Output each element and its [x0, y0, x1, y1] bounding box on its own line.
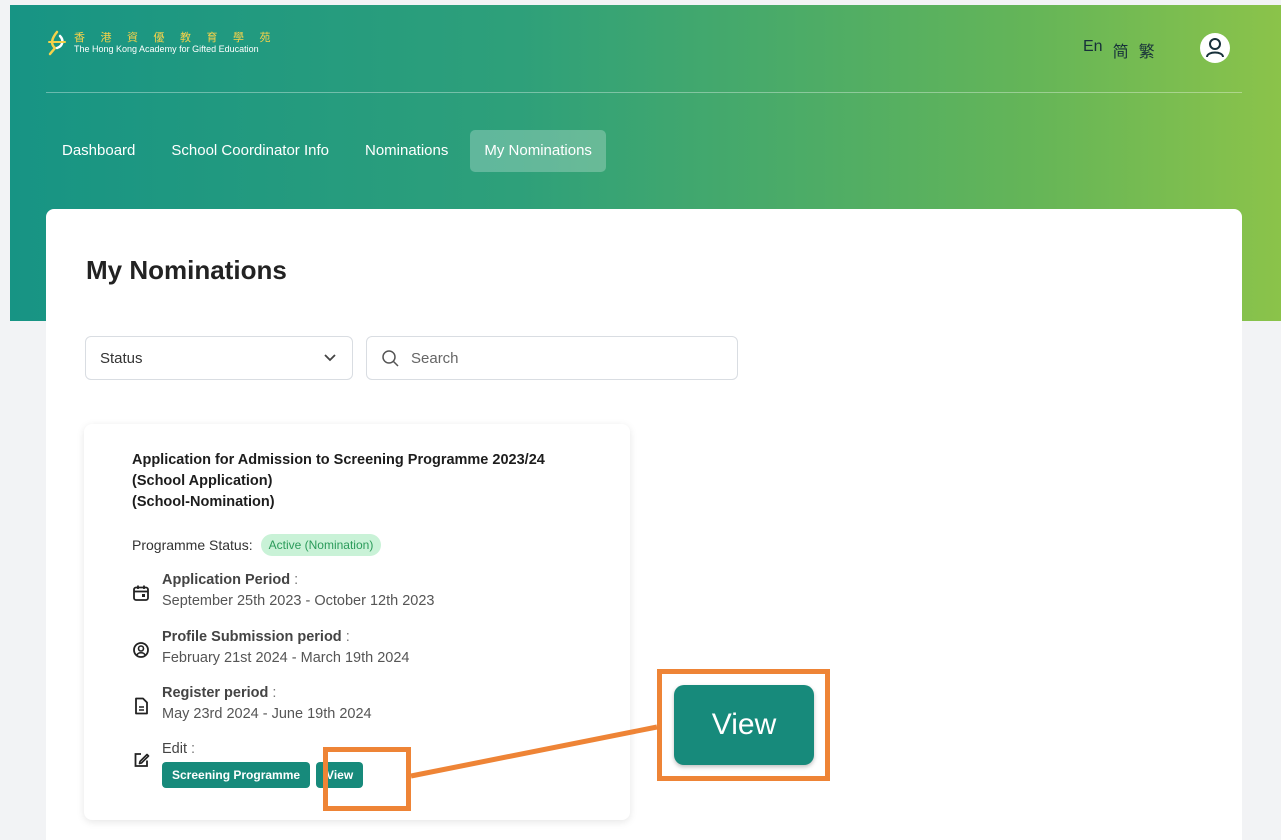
- status-filter-select[interactable]: Status: [85, 336, 353, 380]
- user-icon: [1206, 38, 1224, 58]
- period-label: Register period: [162, 685, 269, 701]
- language-option-traditional[interactable]: 繁: [1139, 38, 1155, 62]
- search-input[interactable]: [409, 348, 713, 368]
- profile-submission-period: Profile Submission period : February 21s…: [132, 627, 409, 669]
- logo-emblem-icon: [48, 30, 66, 56]
- period-range: May 23rd 2024 - June 19th 2024: [162, 706, 372, 722]
- period-range: September 25th 2023 - October 12th 2023: [162, 593, 435, 609]
- card-title-line: (School Application): [132, 473, 273, 489]
- view-button-highlight: [323, 747, 411, 811]
- register-period: Register period : May 23rd 2024 - June 1…: [132, 683, 372, 725]
- main-nav: Dashboard School Coordinator Info Nomina…: [48, 130, 606, 172]
- language-option-en[interactable]: En: [1083, 38, 1103, 62]
- chevron-down-icon: [324, 354, 336, 362]
- language-option-simplified[interactable]: 简: [1113, 38, 1129, 62]
- document-icon: [135, 697, 148, 715]
- edit-label: Edit: [162, 741, 187, 757]
- programme-status: Programme Status: Active (Nomination): [132, 534, 382, 556]
- header-divider: [46, 92, 1242, 93]
- user-circle-icon: [133, 642, 149, 658]
- application-period: Application Period : September 25th 2023…: [132, 570, 434, 612]
- period-colon: :: [191, 741, 196, 757]
- period-range: February 21st 2024 - March 19th 2024: [162, 650, 410, 666]
- logo-chinese-name: 香 港 資 優 教 育 學 苑: [74, 31, 277, 44]
- search-icon: [382, 350, 399, 367]
- nav-my-nominations[interactable]: My Nominations: [470, 130, 606, 172]
- status-filter-label: Status: [100, 349, 143, 367]
- period-colon: :: [294, 572, 299, 588]
- nomination-card-title: Application for Admission to Screening P…: [132, 450, 612, 513]
- page-title: My Nominations: [86, 255, 287, 285]
- nav-dashboard[interactable]: Dashboard: [48, 130, 149, 172]
- nav-nominations[interactable]: Nominations: [351, 130, 462, 172]
- screening-programme-button[interactable]: Screening Programme: [162, 762, 311, 788]
- zoomed-view-button: View: [674, 685, 814, 765]
- period-colon: :: [345, 629, 350, 645]
- edit-icon: [134, 753, 150, 767]
- period-label: Application Period: [162, 572, 291, 588]
- user-account-button[interactable]: [1200, 33, 1230, 63]
- language-switcher: En 简 繁: [1083, 38, 1155, 62]
- card-title-line: (School-Nomination): [132, 494, 275, 510]
- nav-school-coordinator-info[interactable]: School Coordinator Info: [157, 130, 343, 172]
- logo-english-name: The Hong Kong Academy for Gifted Educati…: [74, 44, 259, 54]
- card-title-line: Application for Admission to Screening P…: [132, 452, 545, 468]
- academy-logo[interactable]: 香 港 資 優 教 育 學 苑 The Hong Kong Academy fo…: [46, 30, 276, 56]
- programme-status-label: Programme Status:: [132, 537, 253, 553]
- period-colon: :: [272, 685, 277, 701]
- search-box: [366, 336, 738, 380]
- status-badge: Active (Nomination): [260, 534, 382, 556]
- period-label: Profile Submission period: [162, 629, 342, 645]
- calendar-icon: [133, 585, 149, 601]
